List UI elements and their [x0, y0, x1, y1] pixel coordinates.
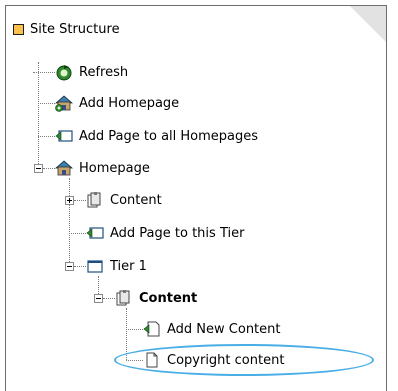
tree-item-label: Add Homepage: [79, 95, 180, 111]
tree-item-label: Add Page to this Tier: [110, 225, 245, 241]
tree-item-add-page-this-tier[interactable]: Add Page to this Tier: [86, 222, 244, 244]
tree-item-add-new-content[interactable]: Add New Content: [143, 318, 281, 340]
tree-line: [38, 103, 55, 104]
tree-item-label: Content: [110, 192, 162, 208]
content-pages-icon: [116, 290, 130, 306]
add-content-icon: [143, 321, 160, 337]
tree-item-label: Refresh: [79, 64, 129, 80]
tree-line: [38, 62, 39, 168]
add-page-icon: [55, 130, 73, 142]
tree-line: [33, 72, 55, 73]
tree-line: [69, 233, 86, 234]
tree-line: [38, 136, 55, 137]
content-collapse-toggle[interactable]: [94, 294, 103, 303]
content-pages-icon: [87, 192, 101, 208]
page-curl-corner: [350, 6, 386, 42]
tree-item-add-homepage[interactable]: Add Homepage: [55, 92, 179, 114]
highlight-ellipse: [114, 344, 374, 376]
tree-item-tier-1[interactable]: Tier 1: [86, 255, 147, 277]
tree-item-add-page-all-homepages[interactable]: Add Page to all Homepages: [55, 125, 258, 147]
tree-line: [126, 329, 143, 330]
tree-item-content-selected[interactable]: Content: [115, 287, 197, 309]
tree-line: [43, 168, 55, 169]
add-homepage-icon: [55, 95, 73, 112]
refresh-icon: [56, 65, 72, 81]
page-tier-icon: [87, 260, 103, 273]
homepage-collapse-toggle[interactable]: [34, 164, 43, 173]
tier-1-collapse-toggle[interactable]: [65, 262, 74, 271]
content-expand-toggle[interactable]: [65, 196, 74, 205]
tree-line: [74, 266, 86, 267]
add-page-icon: [86, 227, 104, 239]
tree-item-label: Add Page to all Homepages: [79, 128, 259, 144]
tree-item-label: Add New Content: [167, 321, 281, 337]
tree-item-label: Content: [139, 290, 198, 306]
tree-line: [74, 200, 86, 201]
site-structure-icon: [13, 23, 24, 35]
tree-line: [69, 178, 70, 266]
tree-item-label: Tier 1: [110, 258, 147, 274]
tree-item-homepage[interactable]: Homepage: [55, 157, 150, 179]
tree-line: [103, 298, 115, 299]
panel-header: Site Structure: [13, 20, 120, 38]
tree-item-refresh[interactable]: Refresh: [55, 61, 128, 83]
tree-item-content[interactable]: Content: [86, 189, 162, 211]
homepage-icon: [55, 160, 73, 176]
tree-item-label: Homepage: [79, 160, 150, 176]
panel-title: Site Structure: [30, 21, 120, 37]
